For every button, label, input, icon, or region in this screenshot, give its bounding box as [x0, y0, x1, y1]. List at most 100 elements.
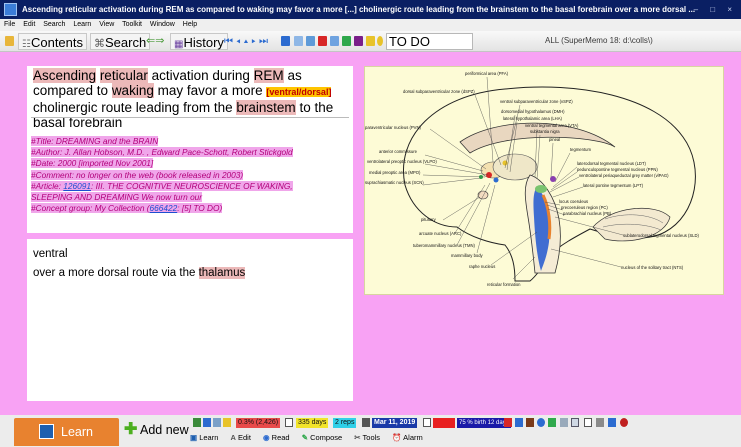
- hammer-icon[interactable]: [526, 418, 534, 427]
- delete-icon[interactable]: [318, 36, 327, 46]
- tab-alarm[interactable]: ⏰ Alarm: [392, 433, 428, 442]
- tab-learn[interactable]: ▣ Learn: [190, 433, 223, 442]
- calendar-icon[interactable]: [285, 418, 293, 427]
- navigation-arrows-icon[interactable]: ⏮◂▴▸⏭: [224, 33, 271, 50]
- concept-link[interactable]: 666422: [150, 203, 178, 213]
- repetitions-badge: 2 reps: [333, 418, 357, 428]
- brain-label: ventrolateral periaqueductal grey matter…: [579, 173, 669, 178]
- page-icon[interactable]: [571, 418, 579, 427]
- menu-window[interactable]: Window: [150, 21, 175, 28]
- contents-button[interactable]: ☷Contents: [18, 33, 88, 50]
- keyword: REM: [253, 68, 284, 83]
- brain-label: ventral subparaventricular zone (vSPZ): [500, 99, 573, 104]
- divider: [31, 117, 349, 118]
- brain-label: pituitary: [421, 217, 437, 222]
- help-icon[interactable]: [620, 418, 628, 427]
- open-icon[interactable]: [608, 418, 616, 427]
- article-link[interactable]: 126091: [63, 181, 91, 191]
- forgetting-index: 0.3% (2,426): [236, 418, 281, 428]
- collection-label: ALL (SuperMemo 18: d:\colls\): [545, 36, 653, 45]
- brain-label: tuberomammillary nucleus (TMN): [413, 243, 475, 248]
- interval-badge: 335 days: [296, 418, 329, 428]
- globe-icon[interactable]: [537, 418, 545, 427]
- ref-date: #Date: 2000 [imported Nov 2001]: [31, 158, 154, 169]
- brain-label: ventrolateral preoptic nucleus (VLPO): [367, 159, 437, 164]
- references-block: #Title: DREAMING and the BRAIN #Author: …: [31, 136, 336, 214]
- brain-label: pedunculopontine tegmental nucleus (PPN): [577, 167, 658, 172]
- dismiss-icon[interactable]: [504, 418, 512, 427]
- brain-label: ventral tegmental area (VTA): [525, 123, 579, 128]
- ref-concept: #Concept group: My Collection (666422: […: [31, 203, 223, 214]
- binoculars-icon: ⌘: [94, 38, 105, 50]
- brain-label: pineal: [549, 137, 560, 142]
- learn-icon[interactable]: [342, 36, 351, 46]
- tab-edit[interactable]: A Edit: [230, 433, 255, 442]
- menu-search[interactable]: Search: [43, 21, 65, 28]
- menu-edit[interactable]: Edit: [23, 21, 35, 28]
- menu-view[interactable]: View: [99, 21, 114, 28]
- edit-icon[interactable]: [5, 36, 14, 46]
- cloze-deletion: [ventral/dorsal]: [266, 87, 332, 97]
- clock-icon[interactable]: [423, 418, 431, 427]
- question-panel[interactable]: Ascending reticular activation during RE…: [27, 66, 353, 233]
- ref-author: #Author: J. Allan Hobson, M.D. , Edward …: [31, 147, 293, 158]
- bulb-icon[interactable]: [366, 36, 375, 46]
- menu-bar: File Edit Search Learn View Toolkit Wind…: [0, 19, 741, 31]
- brain-label: precoeruleus region (PC): [561, 205, 608, 210]
- view-icon[interactable]: [294, 36, 303, 46]
- browser-icon[interactable]: [203, 418, 211, 427]
- image-icon[interactable]: [306, 36, 315, 46]
- priority-icon[interactable]: [354, 36, 363, 46]
- brain-label: medial preoptic area (MPO): [369, 170, 421, 175]
- menu-help[interactable]: Help: [183, 21, 197, 28]
- app-icon: [4, 3, 17, 16]
- search-button[interactable]: ⌘Search: [90, 33, 151, 50]
- mode-tabs: ▣ Learn A Edit ◉ Read ✎ Compose ✂ Tools …: [190, 432, 433, 444]
- question-text[interactable]: Ascending reticular activation during RE…: [33, 68, 347, 130]
- refresh-icon[interactable]: [548, 418, 556, 427]
- options-icon[interactable]: [596, 418, 604, 427]
- window-title: Ascending reticular activation during RE…: [22, 5, 696, 14]
- tab-compose[interactable]: ✎ Compose: [302, 433, 348, 442]
- folder-icon[interactable]: [223, 418, 231, 427]
- tab-tools[interactable]: ✂ Tools: [354, 433, 385, 442]
- mail-icon[interactable]: [213, 418, 221, 427]
- tree-icon[interactable]: [193, 418, 201, 427]
- tab-read[interactable]: ◉ Read: [263, 433, 295, 442]
- brain-label: mammillary body: [451, 253, 484, 258]
- brain-label: paraventricular nucleus (PVN): [365, 125, 421, 130]
- brain-label: laterodorsal tegmental nucleus (LDT): [577, 161, 646, 166]
- window-controls[interactable]: – □ ×: [694, 0, 737, 19]
- document-icon[interactable]: [560, 418, 568, 427]
- key-icon[interactable]: [377, 36, 383, 46]
- brain-label: raphe nucleus: [469, 264, 495, 269]
- history-button[interactable]: ▦History: [170, 33, 228, 50]
- brain-label: dorsal subparaventricular zone (dSPZ): [403, 89, 475, 94]
- find-icon[interactable]: [281, 36, 290, 46]
- alarm-badge: ...: [433, 418, 455, 428]
- menu-toolkit[interactable]: Toolkit: [122, 21, 142, 28]
- learn-button[interactable]: Learn: [14, 418, 119, 446]
- title-bar: Ascending reticular activation during RE…: [0, 0, 741, 19]
- text-run: may favor a more: [157, 83, 263, 98]
- ref-title: #Title: DREAMING and the BRAIN: [31, 136, 159, 146]
- brain-label: sublaterodorsal tegmental nucleus (SLD): [623, 233, 699, 238]
- add-new-button[interactable]: ✚ Add new: [124, 421, 189, 439]
- brain-label: tegmentum: [570, 147, 591, 152]
- menu-learn[interactable]: Learn: [73, 21, 91, 28]
- grid-icon[interactable]: [362, 418, 370, 427]
- plus-icon: ✚: [124, 421, 138, 438]
- date-badge: Mar 11, 2019: [372, 418, 418, 428]
- menu-file[interactable]: File: [4, 21, 15, 28]
- concept-input[interactable]: TO DO: [386, 33, 473, 50]
- answer-word: ventral: [33, 248, 68, 260]
- copy-icon[interactable]: [330, 36, 339, 46]
- back-forward-icon[interactable]: ⇐⇒: [146, 33, 164, 50]
- brain-label: substantia nigra: [530, 129, 560, 134]
- answer-panel[interactable]: ventral over a more dorsal route via the…: [27, 239, 353, 401]
- save-icon[interactable]: [515, 418, 523, 427]
- toolbar: ☷Contents ⌘Search ⇐⇒ ▦History ⏮◂▴▸⏭ TO D…: [0, 31, 741, 52]
- learn-icon: [39, 424, 54, 439]
- window-icon[interactable]: [584, 418, 592, 427]
- brain-diagram-image[interactable]: periformical area (PFA) dorsal subparave…: [364, 66, 724, 295]
